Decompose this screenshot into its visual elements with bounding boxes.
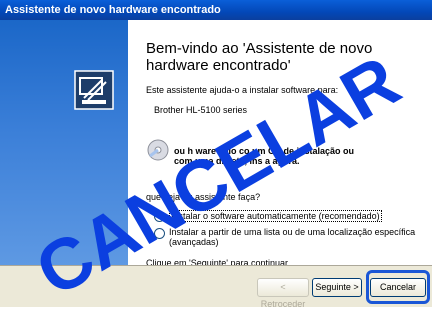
option-auto-install[interactable]: Instalar o software automaticamente (rec… (154, 210, 382, 222)
cd-hint-line-1: ou h ware veio co um CD de instalação ou (174, 146, 355, 156)
option-list-install-label[interactable]: Instalar a partir de uma lista ou de uma… (169, 227, 415, 247)
back-button[interactable]: < Retroceder (257, 278, 309, 309)
device-name: Brother HL-5100 series (154, 105, 248, 115)
radio-auto-install[interactable] (154, 211, 165, 222)
cd-icon (147, 139, 169, 161)
wizard-side-panel (0, 20, 128, 265)
option-list-install-label-line1: Instalar a partir de uma lista ou de uma… (169, 227, 416, 237)
option-auto-install-label[interactable]: Instalar o software automaticamente (rec… (169, 210, 382, 222)
intro-text: Este assistente ajuda-o a instalar softw… (146, 85, 339, 95)
welcome-heading: Bem-vindo ao 'Assistente de novo hardwar… (146, 40, 373, 74)
window-title: Assistente de novo hardware encontrado (5, 4, 221, 16)
question-text: que seja qu assistente faça? (146, 192, 261, 202)
option-list-install-label-line2: (avançadas) (169, 237, 219, 247)
wizard-button-bar: < Retroceder Seguinte > Cancelar (0, 265, 432, 309)
hardware-wizard-icon (74, 70, 114, 110)
option-list-install[interactable]: Instalar a partir de uma lista ou de uma… (154, 227, 415, 247)
next-button[interactable]: Seguinte > (312, 278, 362, 297)
wizard-content: Bem-vindo ao 'Assistente de novo hardwar… (128, 20, 432, 268)
window-title-bar[interactable]: Assistente de novo hardware encontrado (0, 0, 432, 20)
cd-hint-line-2: com uma dis ete, ins a agora. (174, 156, 300, 166)
cancel-button[interactable]: Cancelar (370, 278, 426, 297)
radio-list-install[interactable] (154, 228, 165, 239)
